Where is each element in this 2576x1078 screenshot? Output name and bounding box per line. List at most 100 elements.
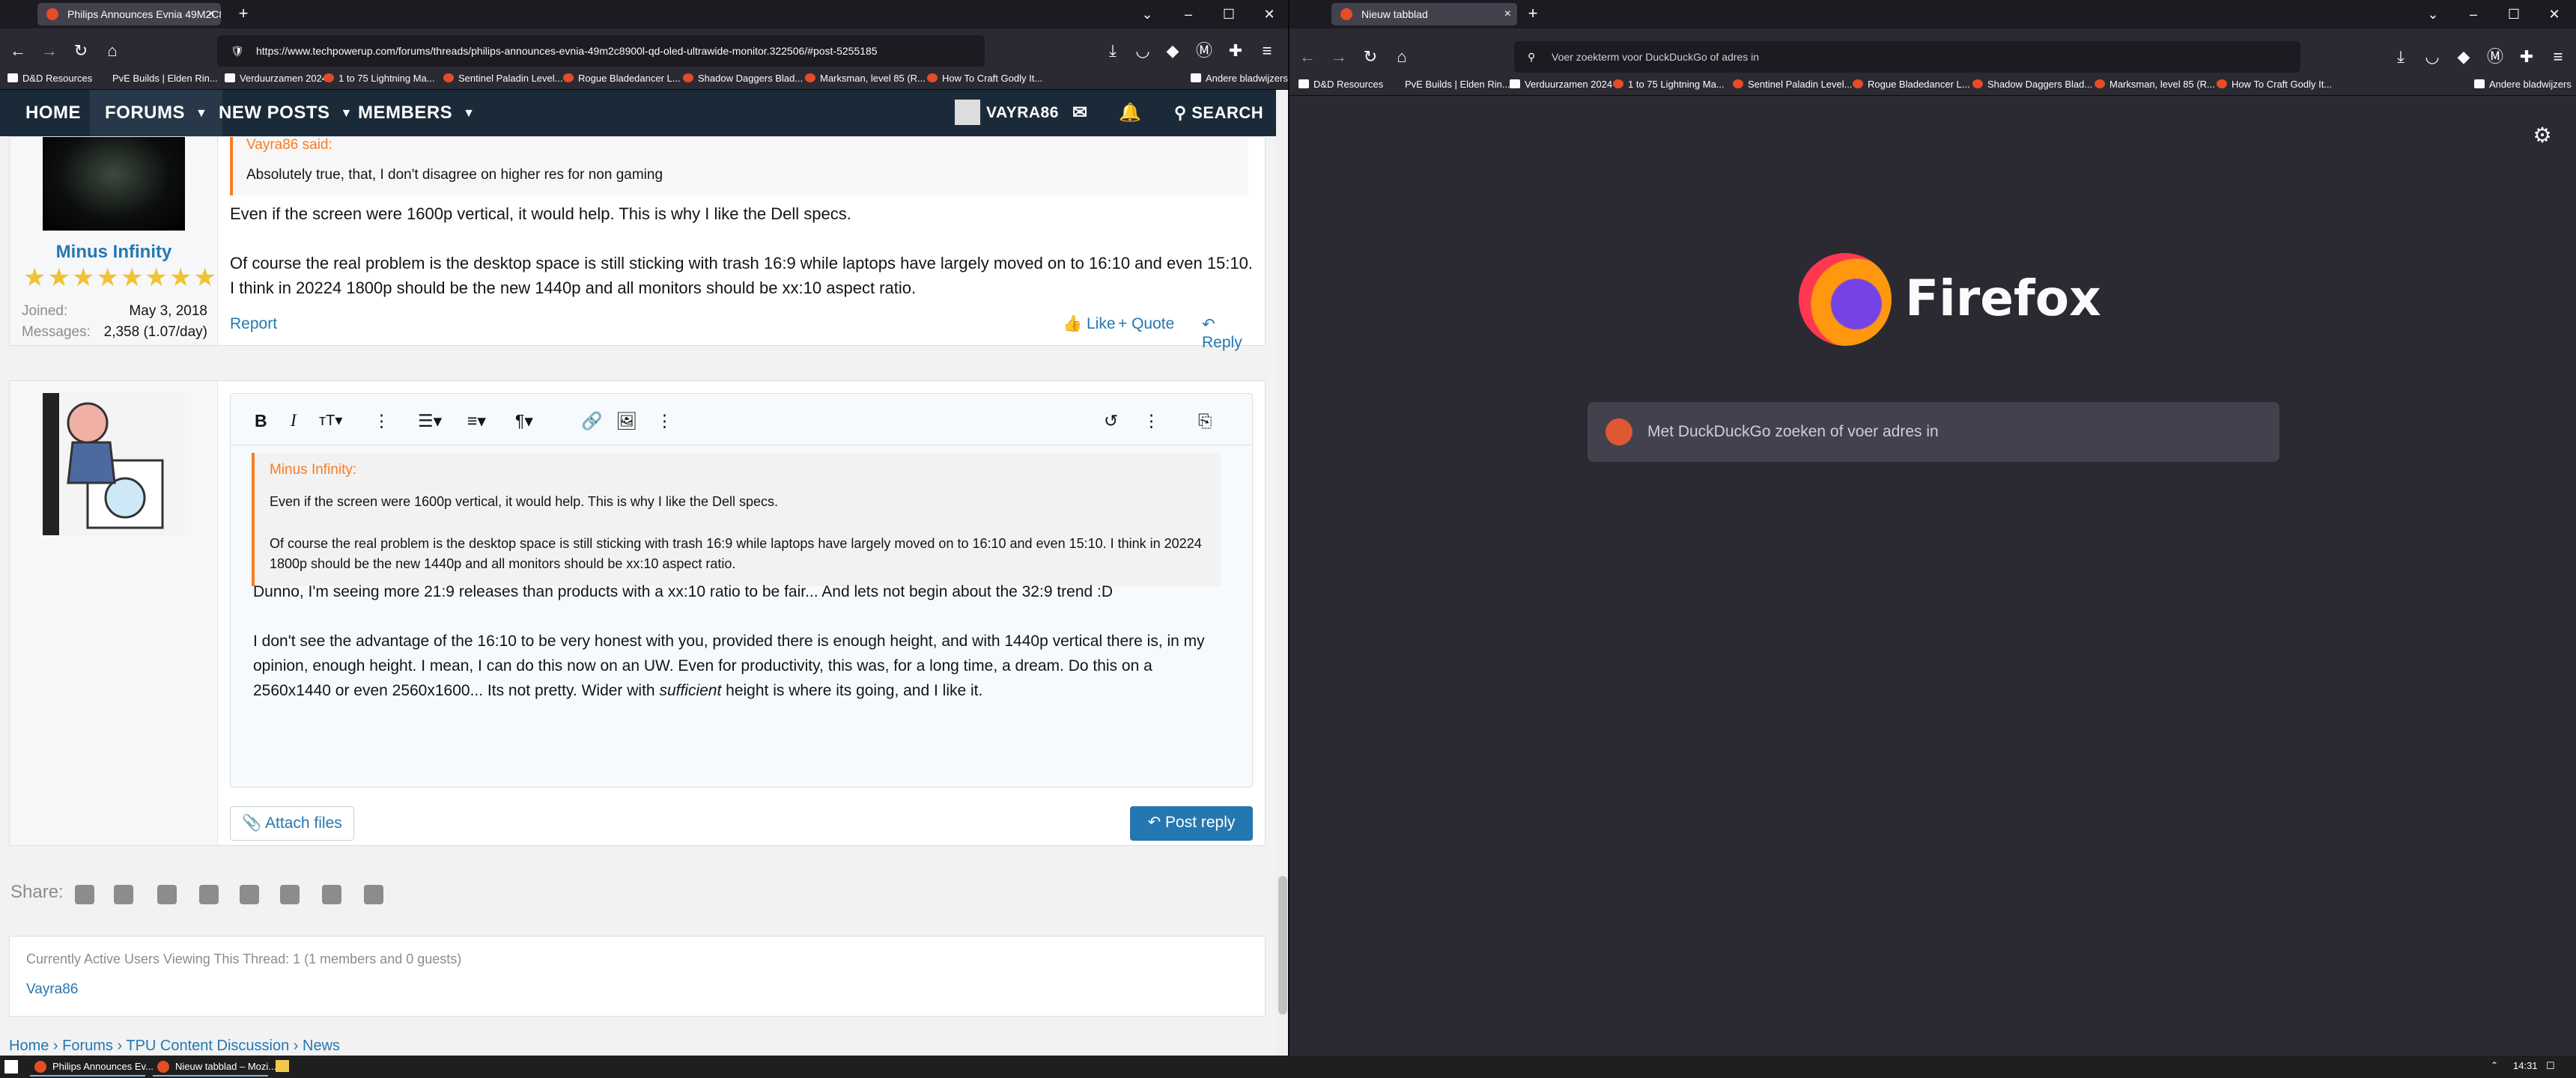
back-icon[interactable]: ← bbox=[6, 39, 30, 63]
bell-icon[interactable]: 🔔 bbox=[1119, 90, 1141, 136]
chevron-down-icon[interactable]: ▼ bbox=[195, 91, 207, 137]
new-tab-button[interactable]: + bbox=[232, 3, 255, 25]
home-icon[interactable]: ⌂ bbox=[100, 39, 124, 63]
report-link[interactable]: Report bbox=[230, 315, 277, 333]
account-icon[interactable]: Ⓜ bbox=[2483, 45, 2507, 69]
chevron-down-icon[interactable]: ▼ bbox=[341, 91, 353, 137]
close-tab-icon[interactable]: × bbox=[1504, 3, 1511, 25]
chevron-down-icon[interactable]: ▼ bbox=[463, 91, 475, 137]
bookmark-item[interactable]: D&D Resources bbox=[1298, 76, 1383, 93]
attach-files-button[interactable]: 📎 Attach files bbox=[230, 806, 354, 841]
reply-link[interactable]: ↶ Reply bbox=[1202, 315, 1253, 352]
nav-user-account[interactable]: VAYRA86 bbox=[955, 90, 1059, 136]
breadcrumb-item[interactable]: TPU Content Discussion bbox=[126, 1038, 289, 1054]
pocket-icon[interactable]: ◡ bbox=[1131, 39, 1155, 63]
bookmark-item[interactable]: Verduurzamen 2024 bbox=[225, 70, 327, 87]
home-icon[interactable]: ⌂ bbox=[1390, 45, 1414, 69]
avatar[interactable] bbox=[43, 137, 185, 231]
taskbar-item[interactable]: Philips Announces Ev... bbox=[30, 1057, 154, 1077]
nav-members[interactable]: MEMBERS ▼ bbox=[358, 90, 476, 136]
bookmark-item[interactable]: Shadow Daggers Blad... bbox=[683, 70, 803, 87]
forward-icon[interactable]: → bbox=[1327, 45, 1351, 69]
clock[interactable]: 14:31 bbox=[2513, 1060, 2538, 1071]
forward-icon[interactable]: → bbox=[37, 39, 61, 63]
bookmark-item[interactable]: Shadow Daggers Blad... bbox=[1972, 76, 2092, 93]
more-options-icon[interactable]: ⋮ bbox=[1143, 410, 1160, 431]
gear-icon[interactable]: ⚙ bbox=[2531, 124, 2554, 147]
image-icon[interactable]: 🖼 bbox=[616, 410, 637, 431]
active-user-link[interactable]: Vayra86 bbox=[26, 981, 78, 998]
download-icon[interactable]: ⤓ bbox=[1101, 39, 1125, 63]
bookmark-item[interactable]: Rogue Bladedancer L... bbox=[1853, 76, 1970, 93]
preview-icon[interactable]: ⎘ bbox=[1198, 410, 1212, 431]
address-bar[interactable]: ⚲ Voer zoekterm voor DuckDuckGo of adres… bbox=[1514, 41, 2300, 73]
maximize-button[interactable]: ☐ bbox=[2494, 0, 2534, 28]
bookmark-item[interactable]: Verduurzamen 2024 bbox=[1510, 76, 1612, 93]
bookmark-item[interactable]: Rogue Bladedancer L... bbox=[563, 70, 681, 87]
pinterest-icon[interactable] bbox=[199, 885, 219, 904]
new-tab-button[interactable]: + bbox=[1522, 3, 1544, 25]
bold-icon[interactable]: B bbox=[255, 410, 267, 431]
minimize-button[interactable]: – bbox=[2453, 0, 2494, 28]
whatsapp-icon[interactable] bbox=[280, 885, 300, 904]
extensions-puzzle-icon[interactable]: ✚ bbox=[1224, 39, 1248, 63]
bookmark-item[interactable]: Sentinel Paladin Level... bbox=[1733, 76, 1852, 93]
more-options-icon[interactable]: ⋮ bbox=[656, 410, 673, 431]
notification-icon[interactable]: ☐ bbox=[2546, 1060, 2555, 1072]
username[interactable]: Minus Infinity bbox=[10, 242, 218, 263]
nav-search[interactable]: ⚲ SEARCH bbox=[1174, 90, 1263, 136]
like-link[interactable]: 👍 Like bbox=[1063, 315, 1116, 333]
undo-icon[interactable]: ↺ bbox=[1104, 410, 1118, 431]
back-icon[interactable]: ← bbox=[1295, 45, 1319, 69]
tumblr-icon[interactable] bbox=[240, 885, 259, 904]
windows-start-icon[interactable] bbox=[4, 1060, 18, 1074]
bookmark-item[interactable]: How To Craft Godly It... bbox=[927, 70, 1042, 87]
bookmark-item[interactable]: 1 to 75 Lightning Ma... bbox=[323, 70, 435, 87]
account-icon[interactable]: Ⓜ bbox=[1192, 39, 1216, 63]
italic-icon[interactable]: I bbox=[291, 410, 297, 431]
list-tabs-icon[interactable]: ⌄ bbox=[2413, 0, 2453, 28]
tab-active[interactable]: Nieuw tabblad × bbox=[1331, 3, 1517, 25]
minimize-button[interactable]: – bbox=[1168, 0, 1209, 28]
bookmark-item[interactable]: Sentinel Paladin Level... bbox=[443, 70, 562, 87]
list-icon[interactable]: ☰▾ bbox=[418, 410, 442, 431]
rich-text-editor[interactable]: B I тT▾ ⋮ ☰▾ ≡▾ ¶▾ 🔗 🖼 ⋮ ↺ ⋮ ⎘ Minus Inf… bbox=[230, 393, 1253, 788]
new-tab-search-input[interactable]: Met DuckDuckGo zoeken of voer adres in bbox=[1588, 402, 2279, 462]
bookmark-item[interactable]: PvE Builds | Elden Rin... bbox=[1405, 76, 1510, 93]
reload-icon[interactable]: ↻ bbox=[1358, 45, 1382, 69]
bookmark-item[interactable]: PvE Builds | Elden Rin... bbox=[112, 70, 218, 87]
post-reply-button[interactable]: ↶ Post reply bbox=[1130, 806, 1253, 841]
nav-forums[interactable]: FORUMS ▼ bbox=[90, 90, 223, 137]
bookmark-item[interactable]: D&D Resources bbox=[7, 70, 92, 87]
pocket-icon[interactable]: ◡ bbox=[2420, 45, 2444, 69]
reddit-icon[interactable] bbox=[157, 885, 177, 904]
other-bookmarks[interactable]: Andere bladwijzers bbox=[2474, 76, 2572, 93]
paragraph-icon[interactable]: ¶▾ bbox=[515, 410, 533, 431]
align-icon[interactable]: ≡▾ bbox=[467, 410, 486, 431]
breadcrumb-item[interactable]: Home bbox=[9, 1038, 49, 1054]
text-size-icon[interactable]: тT▾ bbox=[319, 410, 342, 431]
twitter-icon[interactable] bbox=[114, 885, 133, 904]
file-explorer-icon[interactable] bbox=[276, 1060, 289, 1072]
link-icon[interactable] bbox=[364, 885, 383, 904]
editor-text[interactable]: Dunno, I'm seeing more 21:9 releases tha… bbox=[253, 579, 1227, 703]
bookmark-item[interactable]: How To Craft Godly It... bbox=[2217, 76, 2332, 93]
link-icon[interactable]: 🔗 bbox=[581, 410, 603, 431]
menu-icon[interactable]: ≡ bbox=[1255, 39, 1279, 63]
extension-icon[interactable]: ◆ bbox=[1161, 39, 1185, 63]
inbox-icon[interactable]: ✉ bbox=[1072, 90, 1088, 136]
download-icon[interactable]: ⤓ bbox=[2389, 45, 2413, 69]
close-window-button[interactable]: ✕ bbox=[2534, 0, 2575, 28]
tray-chevron-icon[interactable]: ⌃ bbox=[2491, 1060, 2498, 1071]
tab-active[interactable]: Philips Announces Evnia 49M2C8900L QD-OL… bbox=[37, 3, 221, 25]
facebook-icon[interactable] bbox=[75, 885, 94, 904]
maximize-button[interactable]: ☐ bbox=[1209, 0, 1249, 28]
address-bar[interactable]: 🛡 https://www.techpowerup.com/forums/thr… bbox=[217, 35, 985, 67]
close-window-button[interactable]: ✕ bbox=[1249, 0, 1289, 28]
quote-link[interactable]: + Quote bbox=[1118, 315, 1174, 333]
more-options-icon[interactable]: ⋮ bbox=[373, 410, 390, 431]
extensions-puzzle-icon[interactable]: ✚ bbox=[2515, 45, 2539, 69]
close-tab-icon[interactable]: × bbox=[208, 3, 215, 25]
bookmark-item[interactable]: Marksman, level 85 (R... bbox=[2094, 76, 2215, 93]
breadcrumb-item[interactable]: News bbox=[303, 1038, 340, 1054]
